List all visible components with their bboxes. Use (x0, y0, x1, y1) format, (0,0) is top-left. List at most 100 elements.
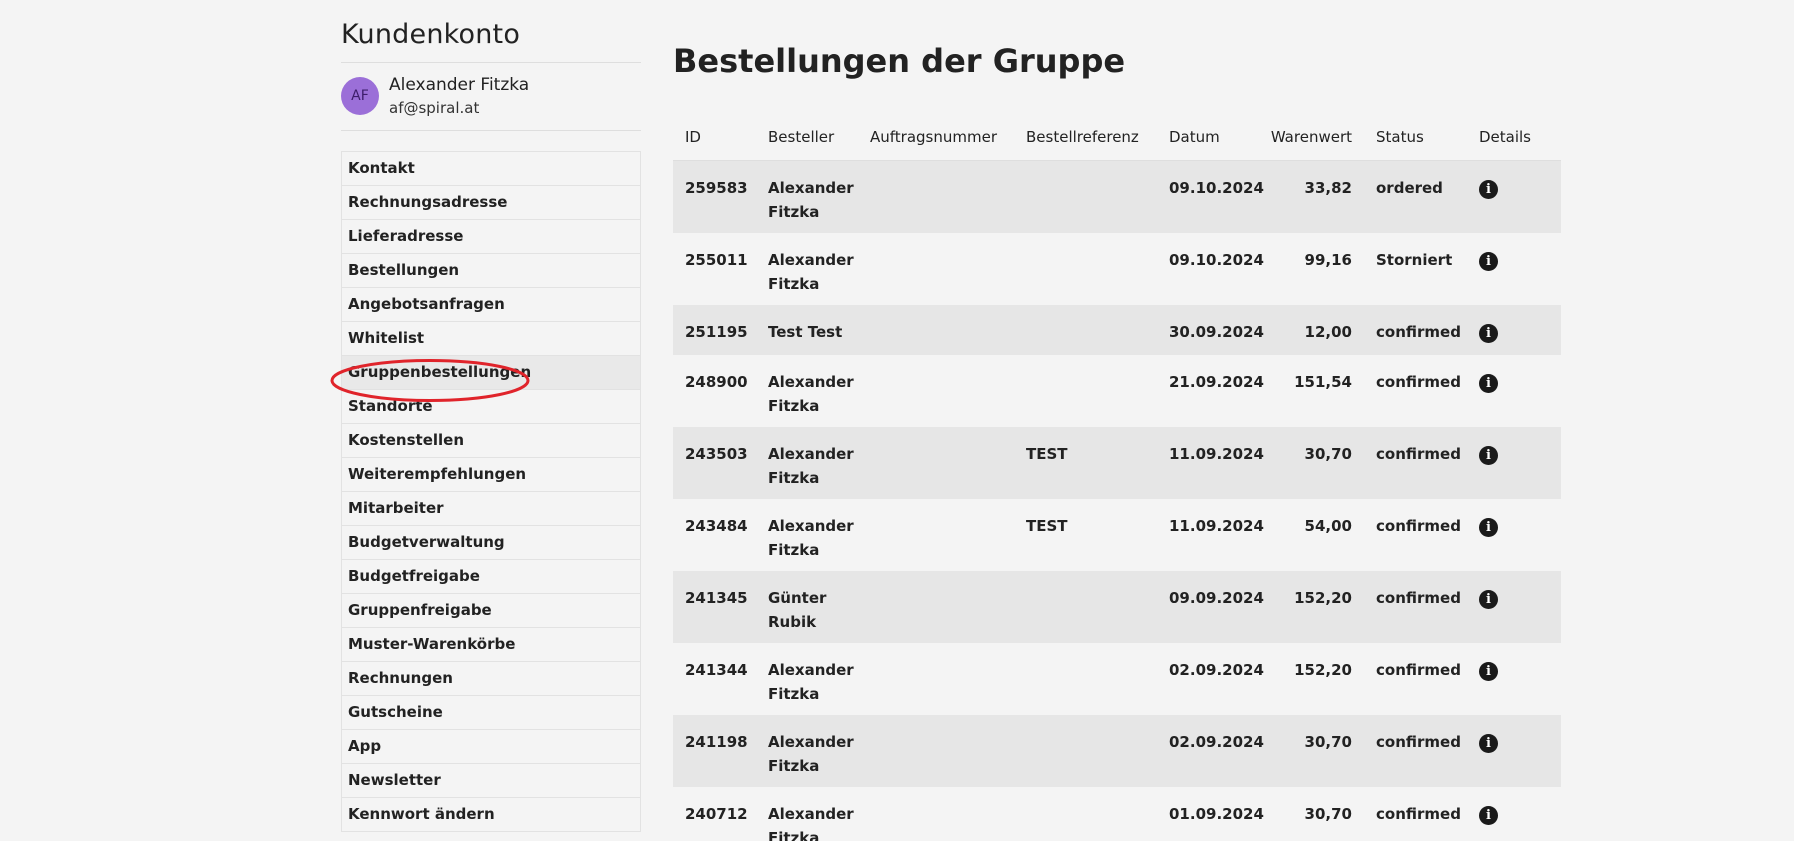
cell-besteller: Alexander Fitzka (756, 499, 858, 571)
cell-bestellreferenz: TEST (1026, 516, 1068, 535)
column-header-bestellreferenz[interactable]: Bestellreferenz (1014, 114, 1157, 161)
cell-details: i (1467, 571, 1561, 643)
besteller-first-name: Alexander (768, 444, 854, 463)
sidebar-title: Kundenkonto (341, 19, 521, 50)
cell-auftragsnummer (858, 161, 1014, 233)
sidebar-item-weiterempfehlungen[interactable]: Weiterempfehlungen (342, 458, 640, 492)
cell-auftragsnummer (858, 233, 1014, 305)
sidebar-item-kennwort-ändern[interactable]: Kennwort ändern (342, 798, 640, 832)
sidebar-item-gutscheine[interactable]: Gutscheine (342, 696, 640, 730)
table-row[interactable]: 259583 Alexander Fitzka 09.10.2024 33,82 orde… (673, 160, 1561, 233)
page-title: Bestellungen der Gruppe (673, 42, 1126, 80)
column-header-warenwert[interactable]: Warenwert (1268, 114, 1364, 161)
cell-id: 243503 (685, 444, 748, 463)
cell-details: i (1467, 427, 1561, 499)
cell-id: 259583 (685, 179, 748, 197)
cell-status: confirmed (1376, 588, 1461, 607)
cell-besteller: Alexander Fitzka (756, 161, 858, 233)
sidebar-item-bestellungen[interactable]: Bestellungen (342, 254, 640, 288)
sidebar-item-whitelist[interactable]: Whitelist (342, 322, 640, 356)
table-row[interactable]: 241344 Alexander Fitzka 02.09.2024 152,20 con… (673, 643, 1561, 715)
cell-details: i (1467, 161, 1561, 233)
cell-besteller: Test Test (756, 305, 858, 355)
info-icon[interactable]: i (1479, 661, 1498, 681)
sidebar-item-lieferadresse[interactable]: Lieferadresse (342, 220, 640, 254)
cell-datum: 11.09.2024 (1169, 516, 1264, 535)
besteller-last-name: Fitzka (768, 468, 820, 487)
sidebar-item-gruppenbestellungen[interactable]: Gruppenbestellungen (342, 356, 640, 390)
info-icon[interactable]: i (1479, 373, 1498, 393)
sidebar-item-angebotsanfragen[interactable]: Angebotsanfragen (342, 288, 640, 322)
besteller-first-name: Alexander (768, 660, 854, 679)
cell-bestellreferenz (1014, 233, 1157, 305)
cell-id: 241198 (685, 732, 748, 751)
sidebar-item-gruppenfreigabe[interactable]: Gruppenfreigabe (342, 594, 640, 628)
cell-status: confirmed (1376, 322, 1461, 341)
sidebar-item-muster-warenkörbe[interactable]: Muster-Warenkörbe (342, 628, 640, 662)
sidebar-item-rechnungsadresse[interactable]: Rechnungsadresse (342, 186, 640, 220)
cell-warenwert: 99,16 (1304, 250, 1352, 269)
column-header-besteller[interactable]: Besteller (756, 114, 858, 161)
column-header-details: Details (1467, 114, 1561, 161)
info-icon[interactable]: i (1479, 517, 1498, 537)
table-row[interactable]: 241345 Günter Rubik 09.09.2024 152,20 confirm… (673, 570, 1561, 643)
cell-datum: 21.09.2024 (1169, 372, 1264, 391)
besteller-first-name: Alexander (768, 804, 854, 823)
sidebar-item-kontakt[interactable]: Kontakt (342, 152, 640, 186)
sidebar-item-budgetverwaltung[interactable]: Budgetverwaltung (342, 526, 640, 560)
sidebar-item-app[interactable]: App (342, 730, 640, 764)
sidebar-item-newsletter[interactable]: Newsletter (342, 764, 640, 798)
cell-warenwert: 152,20 (1294, 588, 1352, 607)
besteller-first-name: Test Test (768, 322, 843, 341)
info-icon[interactable]: i (1479, 180, 1498, 199)
cell-id: 255011 (685, 250, 748, 269)
sidebar-item-mitarbeiter[interactable]: Mitarbeiter (342, 492, 640, 526)
orders-table: ID Besteller Auftragsnummer Bestellrefer… (673, 114, 1561, 841)
info-icon[interactable]: i (1479, 589, 1498, 609)
cell-warenwert: 30,70 (1304, 804, 1352, 823)
cell-id: 241345 (685, 588, 748, 607)
sidebar-item-rechnungen[interactable]: Rechnungen (342, 662, 640, 696)
cell-details: i (1467, 305, 1561, 355)
column-header-id[interactable]: ID (673, 114, 756, 161)
table-row[interactable]: 255011 Alexander Fitzka 09.10.2024 99,16 Stor… (673, 233, 1561, 305)
cell-datum: 02.09.2024 (1169, 660, 1264, 679)
besteller-last-name: Fitzka (768, 540, 820, 559)
info-icon[interactable]: i (1479, 251, 1498, 271)
divider (341, 130, 641, 131)
cell-warenwert: 152,20 (1294, 660, 1352, 679)
cell-datum: 02.09.2024 (1169, 732, 1264, 751)
cell-details: i (1467, 233, 1561, 305)
info-icon[interactable]: i (1479, 445, 1498, 465)
cell-datum: 09.10.2024 (1169, 250, 1264, 269)
table-row[interactable]: 241198 Alexander Fitzka 02.09.2024 30,70 conf… (673, 714, 1561, 787)
cell-auftragsnummer (858, 643, 1014, 715)
besteller-last-name: Fitzka (768, 203, 820, 221)
info-icon[interactable]: i (1479, 733, 1498, 753)
user-email: af@spiral.at (389, 99, 480, 117)
table-row[interactable]: 251195 Test Test 30.09.2024 12,00 confirmed i (673, 304, 1561, 355)
info-icon[interactable]: i (1479, 323, 1498, 343)
cell-details: i (1467, 499, 1561, 571)
besteller-last-name: Fitzka (768, 274, 820, 293)
besteller-first-name: Alexander (768, 732, 854, 751)
page: Kundenkonto AF Alexander Fitzka af@spira… (0, 0, 1794, 841)
table-row[interactable]: 240712 Alexander Fitzka 01.09.2024 30,70 conf… (673, 787, 1561, 841)
besteller-last-name: Fitzka (768, 828, 820, 841)
column-header-auftragsnummer[interactable]: Auftragsnummer (858, 114, 1014, 161)
sidebar-item-standorte[interactable]: Standorte (342, 390, 640, 424)
table-row[interactable]: 248900 Alexander Fitzka 21.09.2024 151,54 con… (673, 355, 1561, 427)
cell-warenwert: 33,82 (1304, 179, 1352, 197)
table-row[interactable]: 243484 Alexander Fitzka TEST 11.09.2024 54,00… (673, 499, 1561, 571)
column-header-datum[interactable]: Datum (1157, 114, 1268, 161)
sidebar-item-kostenstellen[interactable]: Kostenstellen (342, 424, 640, 458)
table-header-row: ID Besteller Auftragsnummer Bestellrefer… (673, 114, 1561, 161)
column-header-status[interactable]: Status (1364, 114, 1467, 161)
info-icon[interactable]: i (1479, 805, 1498, 825)
cell-id: 251195 (685, 322, 748, 341)
sidebar-item-budgetfreigabe[interactable]: Budgetfreigabe (342, 560, 640, 594)
cell-bestellreferenz (1014, 787, 1157, 841)
user-name: Alexander Fitzka (389, 75, 530, 95)
table-row[interactable]: 243503 Alexander Fitzka TEST 11.09.2024 30,70… (673, 426, 1561, 499)
besteller-last-name: Fitzka (768, 396, 820, 415)
